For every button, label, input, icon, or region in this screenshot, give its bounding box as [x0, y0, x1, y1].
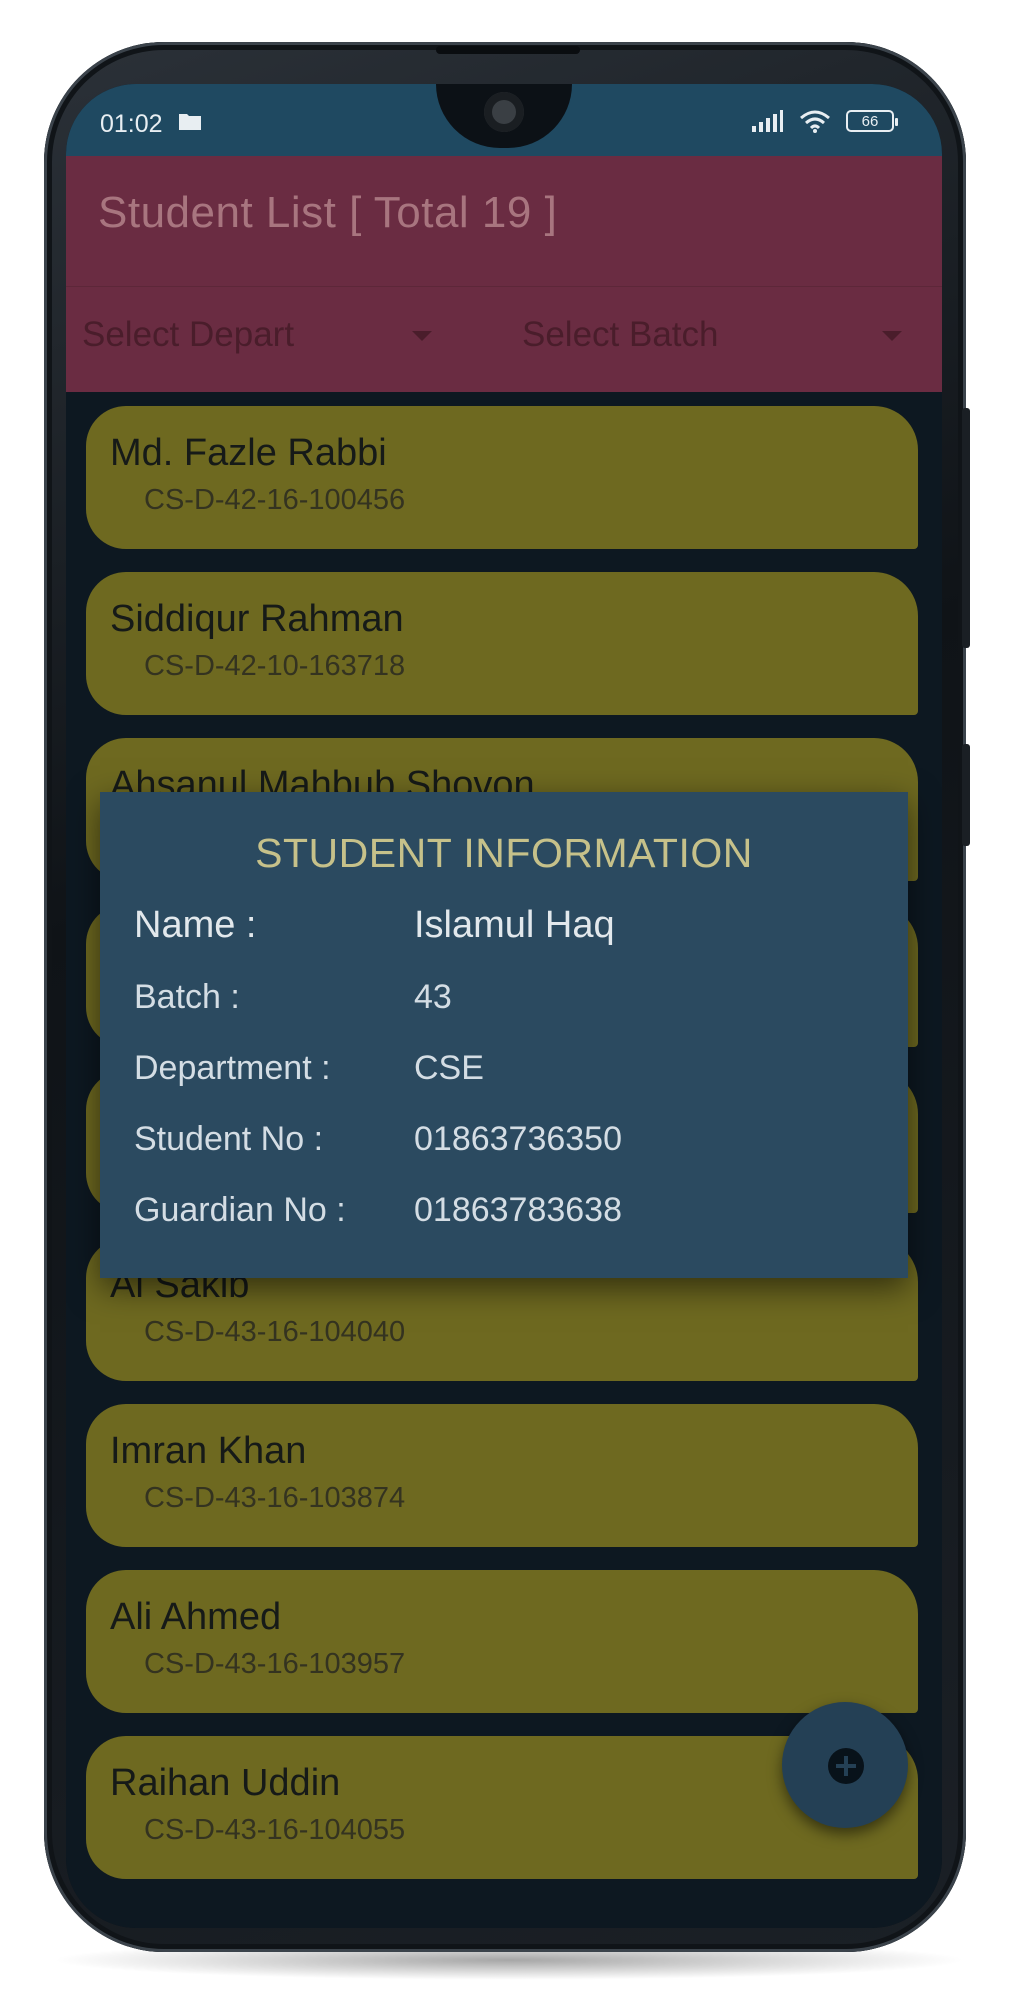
department-dropdown-label: Select Depart	[82, 315, 295, 354]
batch-dropdown-label: Select Batch	[522, 315, 719, 354]
app-bar: Student List [ Total 19 ] Select Depart …	[66, 156, 942, 392]
student-name: Ali Ahmed	[110, 1596, 282, 1638]
student-name: Imran Khan	[110, 1430, 307, 1472]
info-row-student-no: Student No : 01863736350	[134, 1120, 874, 1170]
battery-level: 66	[861, 112, 879, 130]
earpiece	[436, 46, 580, 54]
chevron-down-icon	[882, 331, 902, 341]
folder-icon	[179, 114, 201, 130]
info-value[interactable]: 01863736350	[414, 1120, 622, 1159]
chevron-down-icon	[412, 331, 432, 341]
status-time: 01:02	[100, 110, 163, 138]
batch-dropdown[interactable]: Select Batch	[522, 315, 902, 363]
student-info-dialog: STUDENT INFORMATION Name : Islamul Haq B…	[100, 792, 908, 1278]
student-card[interactable]: Ali Ahmed CS-D-43-16-103957	[86, 1570, 918, 1713]
student-card[interactable]: Siddiqur Rahman CS-D-42-10-163718	[86, 572, 918, 715]
camera-icon	[484, 92, 524, 132]
info-row-department: Department : CSE	[134, 1049, 874, 1099]
volume-button	[962, 408, 970, 648]
info-value: Islamul Haq	[414, 904, 615, 946]
student-id: CS-D-43-16-104055	[144, 1814, 406, 1846]
info-row-name: Name : Islamul Haq	[134, 904, 874, 954]
info-value: CSE	[414, 1049, 484, 1087]
filter-bar: Select Depart Select Batch	[66, 286, 942, 393]
page-title: Student List [ Total 19 ]	[98, 188, 558, 237]
info-label: Batch :	[134, 978, 240, 1016]
info-row-batch: Batch : 43	[134, 978, 874, 1028]
info-row-guardian-no: Guardian No : 01863783638	[134, 1191, 874, 1241]
student-name: Siddiqur Rahman	[110, 598, 404, 640]
student-id: CS-D-43-16-103874	[144, 1482, 406, 1514]
student-id: CS-D-42-10-163718	[144, 650, 406, 682]
department-dropdown[interactable]: Select Depart	[82, 315, 462, 363]
student-card[interactable]: Md. Fazle Rabbi CS-D-42-16-100456	[86, 406, 918, 549]
status-bar: 01:02 66	[66, 84, 942, 156]
info-label: Name :	[134, 904, 257, 946]
status-icons: 66	[750, 108, 898, 134]
student-id: CS-D-43-16-103957	[144, 1648, 406, 1680]
student-id: CS-D-43-16-104040	[144, 1316, 406, 1348]
signal-icon	[752, 110, 783, 132]
info-label: Student No :	[134, 1120, 324, 1158]
dialog-title: STUDENT INFORMATION	[255, 830, 753, 876]
info-value[interactable]: 01863783638	[414, 1191, 622, 1230]
info-value: 43	[414, 978, 452, 1016]
battery-icon: 66	[846, 110, 898, 132]
info-label: Department :	[134, 1049, 331, 1087]
student-name: Raihan Uddin	[110, 1762, 341, 1804]
student-id: CS-D-42-16-100456	[144, 484, 406, 516]
info-label: Guardian No :	[134, 1191, 346, 1229]
student-card[interactable]: Imran Khan CS-D-43-16-103874	[86, 1404, 918, 1547]
add-student-button[interactable]	[782, 1702, 908, 1828]
screen: 01:02 66 Student List [Total 19] Selec…	[66, 84, 942, 1928]
student-name: Md. Fazle Rabbi	[110, 432, 387, 474]
plus-icon	[828, 1748, 864, 1784]
wifi-icon	[800, 110, 830, 133]
power-button	[962, 744, 970, 846]
